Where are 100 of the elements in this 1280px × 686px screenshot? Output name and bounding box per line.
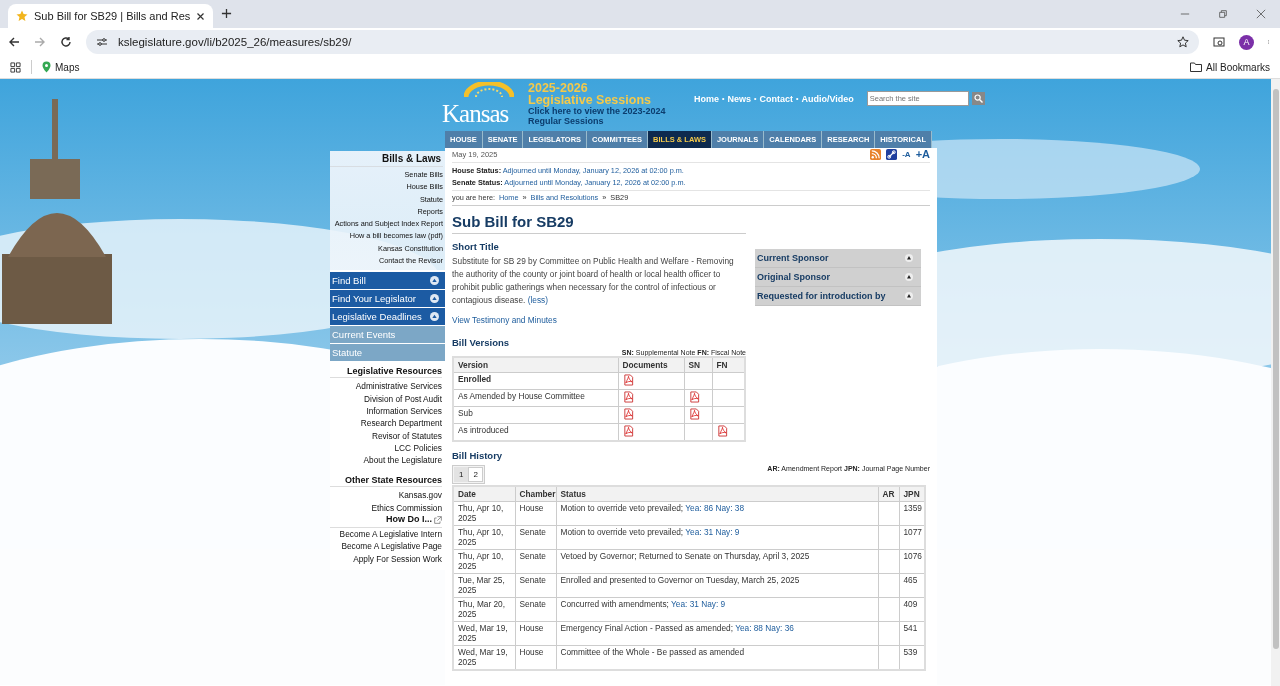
bill-title: Sub Bill for SB29 xyxy=(452,213,746,234)
page-button[interactable]: 1 xyxy=(454,467,469,482)
section-heading: Bill History xyxy=(452,450,504,461)
browser-tab[interactable]: Sub Bill for SB29 | Bills and Res xyxy=(8,4,214,28)
status-text: Enrolled and presented to Governor on Tuesday, March 25, 2025 xyxy=(560,575,800,585)
increase-font-button[interactable]: +A xyxy=(915,149,930,160)
back-arrow-icon[interactable] xyxy=(8,36,20,48)
column-header: Documents xyxy=(618,357,684,373)
short-title-text: Substitute for SB 29 by Committee on Public Health and Welfare - Removing the authority of the county or joint board of health or local health officer to prohibit public gatherings when necessary for the control of infectious or contagious disease. (less) xyxy=(452,255,735,307)
resources-heading: Other State Resources xyxy=(330,475,442,488)
bookmark-link[interactable]: Maps xyxy=(42,61,80,73)
column-header: Chamber xyxy=(515,486,556,502)
status-text: Committee of the Whole - Be passed as amended xyxy=(560,647,745,657)
resources-heading: Legislative Resources xyxy=(330,366,442,379)
vote-link[interactable]: Yea: 88 Nay: 36 xyxy=(735,623,794,633)
sponsor-toggle[interactable]: Requested for introduction by xyxy=(755,287,921,306)
table-cell: Enrolled xyxy=(453,372,618,390)
session-title: Legislative Sessions xyxy=(528,94,651,106)
expand-icon xyxy=(430,312,439,322)
document-icon xyxy=(622,408,634,420)
previous-sessions-link[interactable]: Click here to view the 2023-2024 Regular Sessions xyxy=(528,106,688,126)
table-cell: Tue, Mar 25, 2025 xyxy=(453,573,515,598)
resource-link[interactable]: Division of Post Audit xyxy=(364,392,442,405)
triangle-up-icon xyxy=(905,254,913,262)
sponsor-toggle[interactable]: Current Sponsor xyxy=(755,249,921,268)
resource-link[interactable]: LCC Policies xyxy=(394,441,442,455)
sidebar-heading: Bills & Laws xyxy=(330,151,443,167)
section-heading: Bill Versions xyxy=(452,337,511,348)
plus-icon[interactable] xyxy=(221,8,233,19)
testimony-link[interactable]: View Testimony and Minutes xyxy=(452,315,746,325)
folder-icon xyxy=(1190,62,1203,72)
how-do-i-link[interactable]: Apply For Session Work xyxy=(353,552,442,565)
status-text: Motion to override veto prevailed; Yea: 31 Nay: 9 xyxy=(560,527,740,537)
document-icon xyxy=(716,425,728,437)
site-settings-icon[interactable] xyxy=(96,36,108,48)
table-cell: Wed, Mar 19, 2025 xyxy=(453,621,515,646)
column-header: AR xyxy=(878,486,899,502)
sponsor-toggle[interactable]: Original Sponsor xyxy=(755,268,921,287)
sidebar-panel[interactable]: Find Your Legislator xyxy=(330,290,445,308)
resource-link[interactable]: Research Department xyxy=(360,417,442,430)
resource-link[interactable]: Ethics Commission xyxy=(371,501,442,515)
column-header: FN xyxy=(712,357,745,373)
url-text: kslegislature.gov/li/b2025_26/measures/sb29/ xyxy=(118,36,353,48)
sunflower-arc-icon xyxy=(464,82,514,98)
reload-icon[interactable] xyxy=(60,36,72,48)
resource-link[interactable]: Information Services xyxy=(366,404,442,418)
triangle-up-icon xyxy=(905,292,913,300)
link-icon[interactable] xyxy=(886,149,898,160)
status-text: Concurred with amendments; Yea: 31 Nay: 9 xyxy=(560,599,726,609)
resource-link[interactable]: Kansas.gov xyxy=(398,489,442,502)
sidebar-panel[interactable]: Legislative Deadlines xyxy=(330,308,445,326)
apps-grid-icon[interactable] xyxy=(10,61,21,73)
vote-link[interactable]: Yea: 31 Nay: 9 xyxy=(685,527,740,537)
address-bar[interactable]: kslegislature.gov/li/b2025_26/measures/sb29/ xyxy=(86,30,1199,54)
table-cell: Thu, Mar 20, 2025 xyxy=(453,597,515,622)
vote-link[interactable]: Yea: 86 Nay: 38 xyxy=(685,503,745,513)
table-cell: House xyxy=(515,501,556,526)
vote-link[interactable]: Yea: 31 Nay: 9 xyxy=(671,599,726,609)
triangle-up-icon xyxy=(905,273,913,281)
table-cell: Thu, Apr 10, 2025 xyxy=(453,549,515,574)
resource-link[interactable]: About the Legislature xyxy=(363,454,442,467)
document-icon xyxy=(622,391,634,403)
decrease-font-button[interactable]: -A xyxy=(902,150,911,159)
how-do-i-link[interactable]: Become A Legislative Page xyxy=(341,540,442,553)
table-cell: Senate xyxy=(515,573,556,598)
external-link-icon xyxy=(434,515,442,524)
table-cell: As Amended by House Committee xyxy=(453,389,618,407)
rss-icon[interactable] xyxy=(870,149,882,160)
star-outline-icon[interactable] xyxy=(1177,36,1189,48)
column-header: SN xyxy=(684,357,712,373)
column-header: Version xyxy=(453,357,618,373)
table-cell: Senate xyxy=(515,525,556,550)
resource-link[interactable]: Administrative Services xyxy=(355,380,442,393)
document-icon xyxy=(622,425,634,437)
column-header: JPN xyxy=(899,486,925,502)
status-text: Motion to override veto prevailed; Yea: 86 Nay: 38 xyxy=(560,503,745,513)
star-icon xyxy=(16,10,28,22)
document-icon xyxy=(622,374,634,386)
table-cell: Senate xyxy=(515,597,556,622)
column-header: Date xyxy=(453,486,515,502)
search-tab-icon[interactable] xyxy=(1213,36,1225,48)
table-cell: Senate xyxy=(515,549,556,574)
page-button[interactable]: 2 xyxy=(468,467,483,482)
table-cell: Sub xyxy=(453,406,618,424)
how-do-i-heading[interactable]: How Do I... xyxy=(386,514,432,526)
profile-avatar[interactable]: A xyxy=(1239,34,1254,50)
close-icon[interactable] xyxy=(196,11,206,21)
expand-icon xyxy=(430,294,439,304)
expand-icon xyxy=(430,276,439,286)
all-bookmarks-link[interactable]: All Bookmarks xyxy=(1190,61,1270,73)
resource-link[interactable]: Revisor of Statutes xyxy=(371,429,442,442)
column-header: Status xyxy=(556,486,878,502)
how-do-i-link[interactable]: Become A Legislative Intern xyxy=(339,528,442,541)
sidebar-panel[interactable]: Find Bill xyxy=(330,272,445,290)
document-icon xyxy=(688,391,700,403)
table-cell: House xyxy=(515,621,556,646)
less-link[interactable]: (less) xyxy=(527,295,548,305)
scrollbar[interactable] xyxy=(1271,79,1280,686)
restore-icon[interactable] xyxy=(1218,9,1228,19)
status-text: Emergency Final Action - Passed as amended; Yea: 88 Nay: 36 xyxy=(560,623,794,633)
